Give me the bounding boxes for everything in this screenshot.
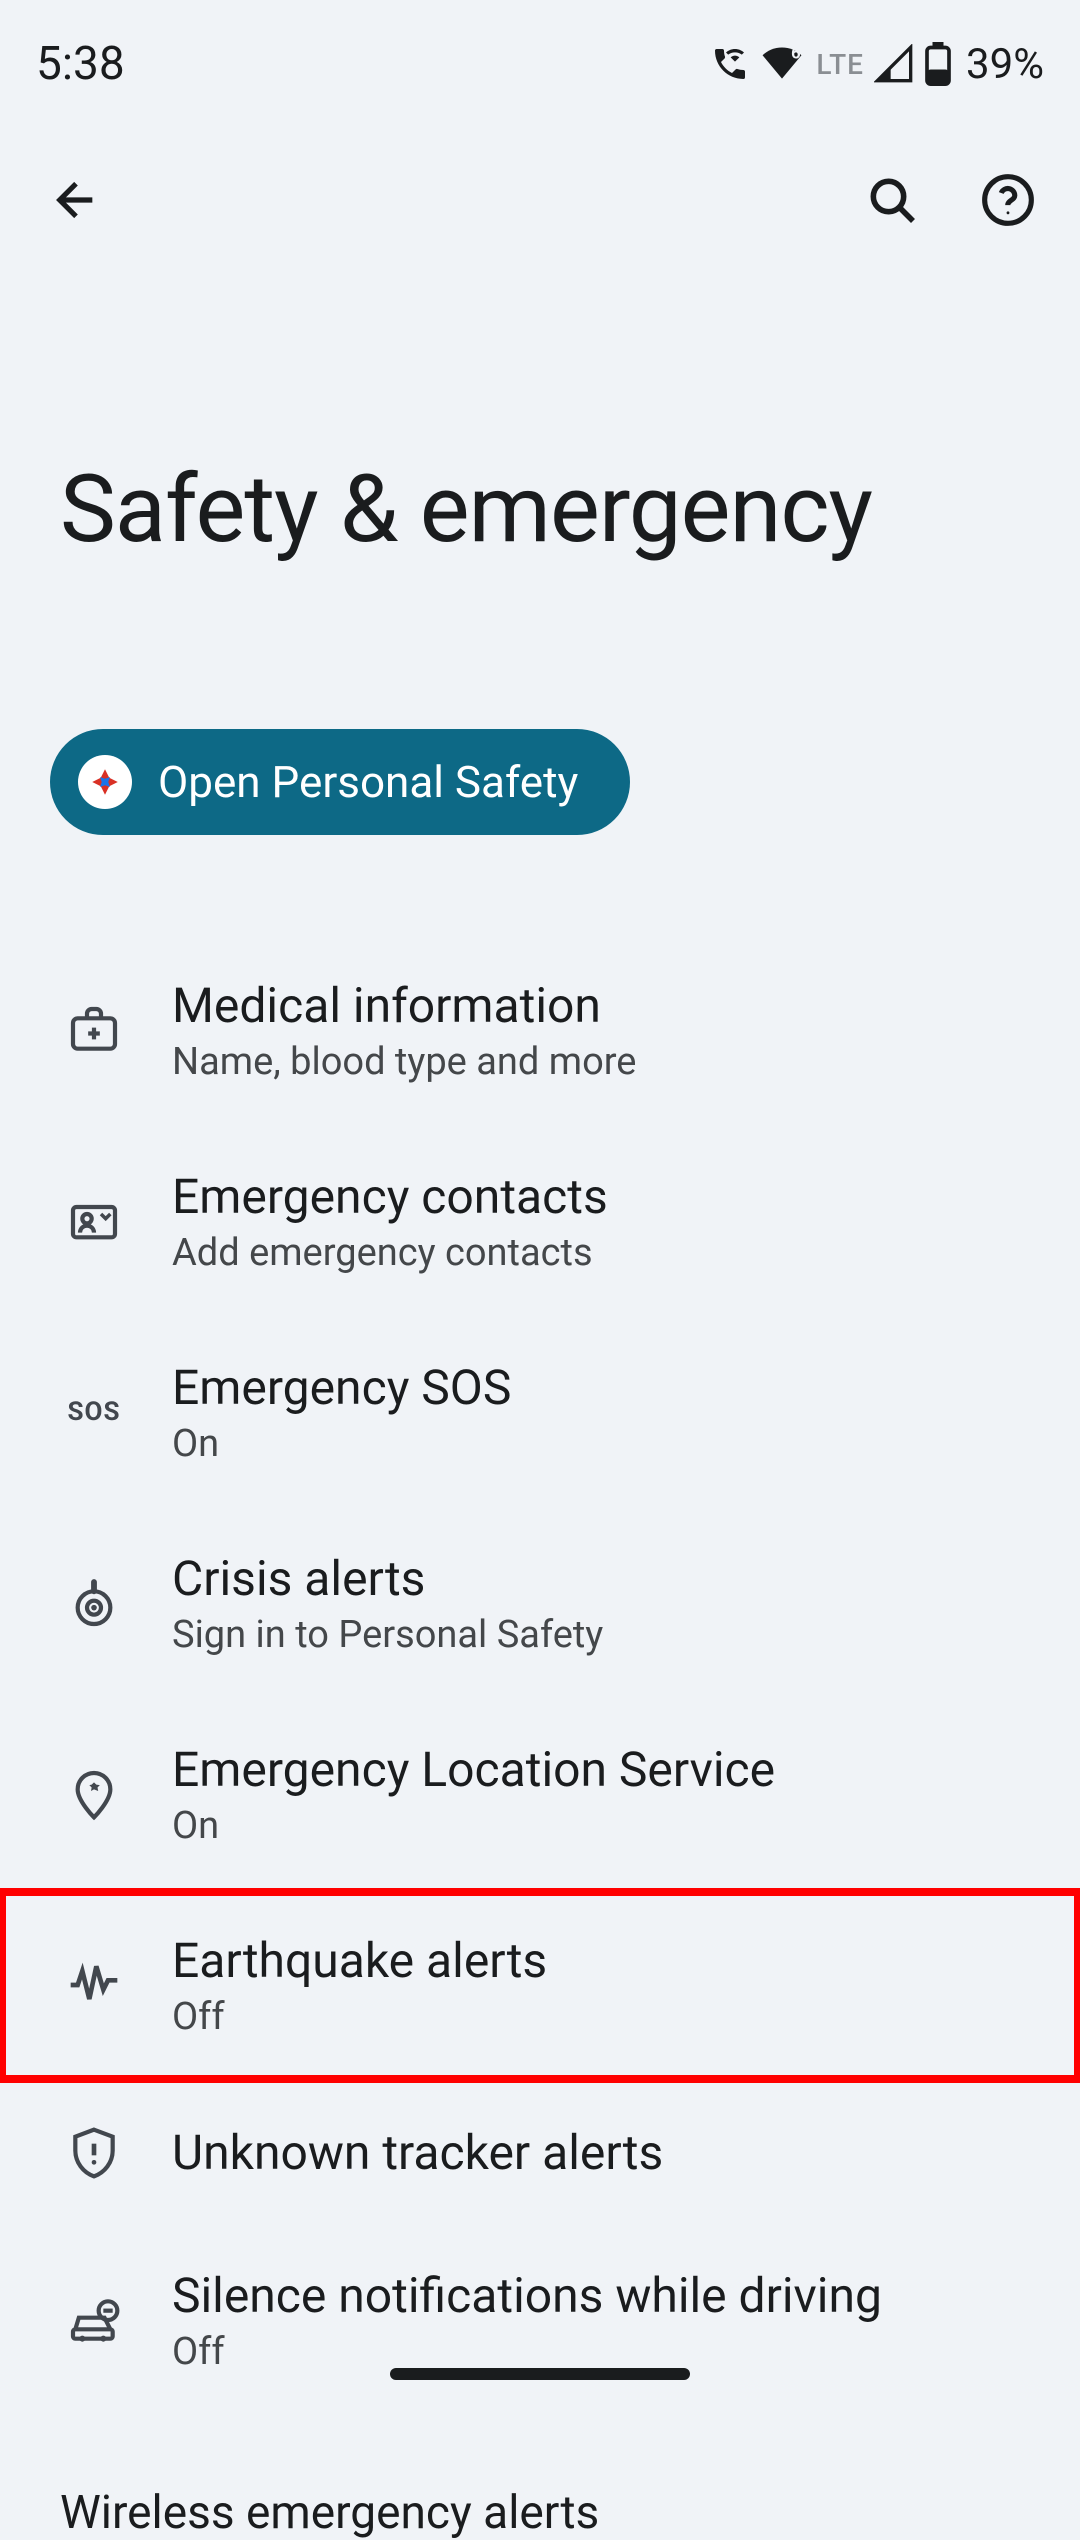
- back-button[interactable]: [44, 168, 108, 232]
- setting-silence-notifications-driving[interactable]: Silence notifications while driving Off: [0, 2225, 1080, 2416]
- setting-medical-information[interactable]: Medical information Name, blood type and…: [0, 935, 1080, 1126]
- contact-card-icon: [64, 1191, 124, 1251]
- setting-sub: Sign in to Personal Safety: [172, 1613, 603, 1657]
- app-bar: [0, 110, 1080, 250]
- gesture-nav-bar[interactable]: [390, 2368, 690, 2380]
- search-button[interactable]: [860, 168, 924, 232]
- setting-title: Earthquake alerts: [172, 1932, 547, 1989]
- status-bar: 5:38 6 LTE 39%: [0, 0, 1080, 110]
- setting-emergency-contacts[interactable]: Emergency contacts Add emergency contact…: [0, 1126, 1080, 1317]
- setting-crisis-alerts[interactable]: Crisis alerts Sign in to Personal Safety: [0, 1508, 1080, 1699]
- setting-title: Emergency contacts: [172, 1168, 608, 1225]
- page-title: Safety & emergency: [0, 250, 1080, 559]
- status-right: 6 LTE 39%: [710, 40, 1044, 89]
- help-button[interactable]: [976, 168, 1040, 232]
- setting-emergency-sos[interactable]: SOS Emergency SOS On: [0, 1317, 1080, 1508]
- setting-title: Unknown tracker alerts: [172, 2124, 663, 2181]
- location-pin-icon: [64, 1764, 124, 1824]
- setting-title: Medical information: [172, 977, 636, 1034]
- action-chip-label: Open Personal Safety: [158, 756, 578, 808]
- setting-title: Crisis alerts: [172, 1550, 603, 1607]
- status-time: 5:38: [36, 37, 125, 91]
- section-wireless-emergency-alerts[interactable]: Wireless emergency alerts: [0, 2416, 1080, 2540]
- wifi-icon: 6: [760, 42, 804, 86]
- setting-sub: On: [172, 1422, 511, 1466]
- lte-label: LTE: [816, 48, 864, 81]
- battery-percentage: 39%: [966, 40, 1044, 89]
- earthquake-icon: [64, 1955, 124, 2015]
- setting-unknown-tracker-alerts[interactable]: Unknown tracker alerts: [0, 2081, 1080, 2225]
- shield-alert-icon: [64, 2123, 124, 2183]
- setting-emergency-location-service[interactable]: Emergency Location Service On: [0, 1699, 1080, 1890]
- personal-safety-app-icon: [78, 755, 132, 809]
- settings-list: Medical information Name, blood type and…: [0, 835, 1080, 2416]
- setting-sub: Add emergency contacts: [172, 1231, 608, 1275]
- battery-icon: [924, 42, 952, 86]
- medical-id-icon: [64, 1000, 124, 1060]
- setting-title: Emergency Location Service: [172, 1741, 775, 1798]
- sos-icon: SOS: [64, 1382, 124, 1442]
- crisis-icon: [64, 1573, 124, 1633]
- wifi-calling-icon: [710, 44, 750, 84]
- svg-text:6: 6: [792, 45, 801, 64]
- setting-sub: On: [172, 1804, 775, 1848]
- setting-title: Silence notifications while driving: [172, 2267, 882, 2324]
- open-personal-safety-button[interactable]: Open Personal Safety: [50, 729, 630, 835]
- setting-sub: Off: [172, 1995, 547, 2039]
- setting-title: Emergency SOS: [172, 1359, 511, 1416]
- car-dnd-icon: [64, 2290, 124, 2350]
- setting-sub: Name, blood type and more: [172, 1040, 636, 1084]
- signal-icon: [874, 44, 914, 84]
- setting-earthquake-alerts[interactable]: Earthquake alerts Off: [0, 1890, 1080, 2081]
